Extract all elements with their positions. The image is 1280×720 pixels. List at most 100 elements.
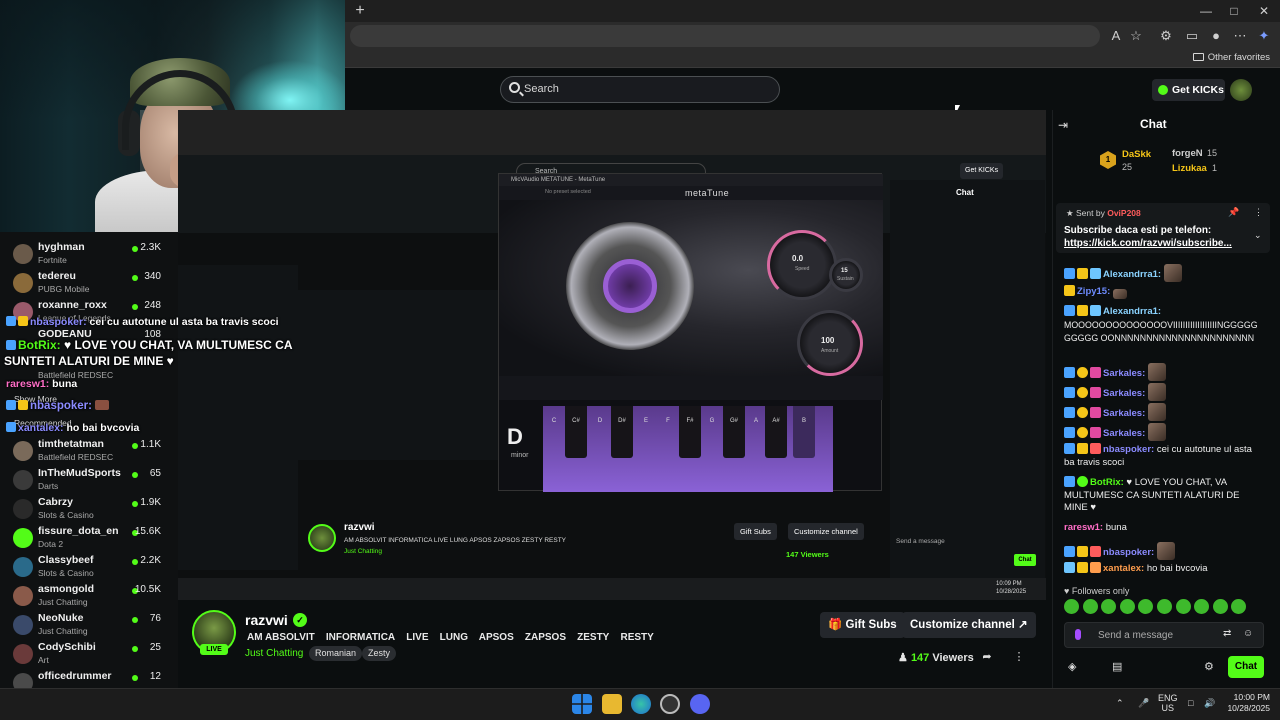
quick-emote[interactable] — [1175, 599, 1191, 614]
chat-user[interactable]: Sarkales: — [1103, 408, 1145, 419]
other-favorites[interactable]: Other favorites — [1192, 52, 1270, 63]
obs-icon[interactable] — [660, 694, 680, 714]
chat-message: Sarkales: — [1064, 383, 1264, 401]
gift-subs-button[interactable]: 🎁 Gift Subs — [820, 612, 905, 638]
quick-emote[interactable] — [1194, 599, 1210, 614]
pin-icon[interactable]: 📌 — [1228, 207, 1239, 218]
chat-user[interactable]: Zipy15: — [1077, 286, 1110, 297]
key-mode: minor — [511, 452, 529, 459]
sidebar-recommended-item[interactable]: timthetatman Battlefield REDSEC 1.1K — [0, 435, 178, 464]
sidebar-recommended-item[interactable]: Cabrzy Slots & Casino 1.9K — [0, 493, 178, 522]
gifter-name[interactable]: forgeN — [1172, 148, 1203, 159]
chat-user[interactable]: Sarkales: — [1103, 388, 1145, 399]
collapse-chat-icon[interactable]: ⇥ — [1058, 118, 1068, 132]
chat-user[interactable]: BotRix: — [1090, 477, 1124, 488]
user-avatar[interactable] — [1230, 79, 1252, 101]
sidebar-recommended-item[interactable]: CodySchibi Art 25 — [0, 638, 178, 667]
piano-black-key — [679, 406, 701, 458]
pinned-link[interactable]: https://kick.com/razvwi/subscribe... — [1064, 238, 1232, 249]
url-field[interactable] — [350, 25, 1100, 47]
badge-icon — [1077, 562, 1088, 573]
sidebar-channel-item[interactable]: tedereu PUBG Mobile 340 — [0, 267, 178, 296]
overlay-text: ♥ LOVE YOU CHAT, VA MULTUMESC CA — [64, 338, 293, 352]
chat-message: Sarkales: — [1064, 403, 1264, 421]
copilot-icon[interactable]: ✦ — [1256, 28, 1272, 44]
maximize-icon[interactable]: □ — [1224, 2, 1244, 20]
more-options-icon[interactable]: ⋯ — [1232, 28, 1248, 44]
customize-channel-button[interactable]: Customize channel ↗ — [902, 612, 1036, 638]
chat-user[interactable]: raresw1: — [1064, 522, 1103, 533]
live-dot-icon — [132, 675, 138, 681]
quick-emote[interactable] — [1156, 599, 1172, 614]
quick-emote[interactable] — [1231, 599, 1247, 614]
quick-emote[interactable] — [1082, 599, 1098, 614]
sidebar-recommended-item[interactable]: Classybeef Slots & Casino 2.2K — [0, 551, 178, 580]
chat-input[interactable]: Send a message ⇄ ☺ — [1064, 622, 1264, 648]
gifter-name[interactable]: DaSkk — [1122, 149, 1151, 160]
chat-user[interactable]: Alexandrra1: — [1103, 306, 1161, 317]
badge-icon — [1077, 305, 1088, 316]
file-explorer-icon[interactable] — [602, 694, 622, 714]
edge-icon[interactable] — [631, 694, 651, 714]
kick-points-icon[interactable]: ◈ — [1068, 660, 1076, 673]
get-kicks-button[interactable]: Get KICKs — [1152, 79, 1225, 101]
stream-video[interactable]: Search Get KICKs Chat Send a message Cha… — [178, 110, 1046, 600]
sidebar-recommended-item[interactable]: NeoNuke Just Chatting 76 — [0, 609, 178, 638]
tray-mic-icon[interactable]: 🎤 — [1138, 698, 1149, 709]
profile-icon[interactable]: ● — [1208, 28, 1224, 44]
chat-user[interactable]: Sarkales: — [1103, 428, 1145, 439]
emoji-icon[interactable]: ☺ — [1243, 628, 1253, 639]
chat-user[interactable]: Sarkales: — [1103, 368, 1145, 379]
language-indicator[interactable]: ENG US — [1158, 693, 1178, 713]
chat-user[interactable]: nbaspoker: — [1103, 444, 1154, 455]
close-icon[interactable]: ✕ — [1254, 2, 1274, 20]
chat-user[interactable]: nbaspoker: — [1103, 547, 1154, 558]
channel-avatar — [13, 586, 33, 606]
chat-placeholder: Send a message — [1098, 630, 1174, 641]
quick-emote[interactable] — [1212, 599, 1228, 614]
share-icon[interactable]: ➦ — [980, 650, 994, 664]
channel-name[interactable]: razvwi — [245, 612, 288, 628]
sidebar-recommended-item[interactable]: fissure_dota_en Dota 2 15.6K — [0, 522, 178, 551]
extensions-icon[interactable]: ⚙ — [1158, 28, 1174, 44]
quick-emote[interactable] — [1101, 599, 1117, 614]
nested-category: Just Chatting — [344, 548, 382, 555]
read-aloud-icon[interactable]: A — [1108, 28, 1124, 44]
tag-romanian[interactable]: Romanian — [309, 646, 363, 661]
category-link[interactable]: Just Chatting — [245, 648, 303, 659]
system-clock[interactable]: 10:00 PM 10/28/2025 — [1224, 692, 1270, 714]
title-word: LUNG — [439, 632, 468, 643]
quick-emote[interactable] — [1138, 599, 1154, 614]
key-label: A# — [772, 418, 780, 424]
discord-icon[interactable] — [690, 694, 710, 714]
quick-emote[interactable] — [1064, 599, 1079, 614]
chat-settings-icon[interactable]: ⚙ — [1204, 660, 1214, 673]
store-icon[interactable]: ▤ — [1112, 660, 1122, 673]
volume-icon[interactable]: 🔊 — [1204, 698, 1215, 709]
title-word: RESTY — [620, 632, 654, 643]
favorite-star-icon[interactable]: ☆ — [1128, 28, 1144, 44]
minimize-icon[interactable]: — — [1196, 2, 1216, 20]
more-icon[interactable]: ⋮ — [1012, 650, 1026, 664]
sidebar-recommended-item[interactable]: InTheMudSports Darts 65 — [0, 464, 178, 493]
search-input[interactable]: Search — [500, 76, 780, 103]
sidebar-recommended-item[interactable]: asmongold Just Chatting 10.5K — [0, 580, 178, 609]
microphone-icon[interactable] — [1075, 629, 1081, 640]
channel-category: Slots & Casino — [38, 510, 94, 520]
emote-icon — [95, 400, 110, 410]
chevron-down-icon[interactable]: ⌄ — [1254, 230, 1262, 241]
tray-chevron-icon[interactable]: ⌃ — [1116, 698, 1124, 709]
chat-send-button[interactable]: Chat — [1228, 656, 1264, 678]
tag-zesty[interactable]: Zesty — [362, 646, 397, 661]
network-icon[interactable]: □ — [1188, 698, 1193, 708]
sidebar-channel-item[interactable]: hyghman Fortnite 2.3K — [0, 238, 178, 267]
translate-icon[interactable]: ⇄ — [1223, 628, 1231, 639]
collections-icon[interactable]: ▭ — [1184, 28, 1200, 44]
pinned-more-icon[interactable]: ⋮ — [1254, 207, 1263, 218]
new-tab-button[interactable]: + — [352, 2, 368, 20]
quick-emote[interactable] — [1119, 599, 1135, 614]
chat-user[interactable]: Alexandrra1: — [1103, 269, 1161, 280]
chat-user[interactable]: xantalex: — [1103, 563, 1144, 574]
gifter-name[interactable]: Lizukaa — [1172, 163, 1207, 174]
badge-icon — [1077, 407, 1088, 418]
